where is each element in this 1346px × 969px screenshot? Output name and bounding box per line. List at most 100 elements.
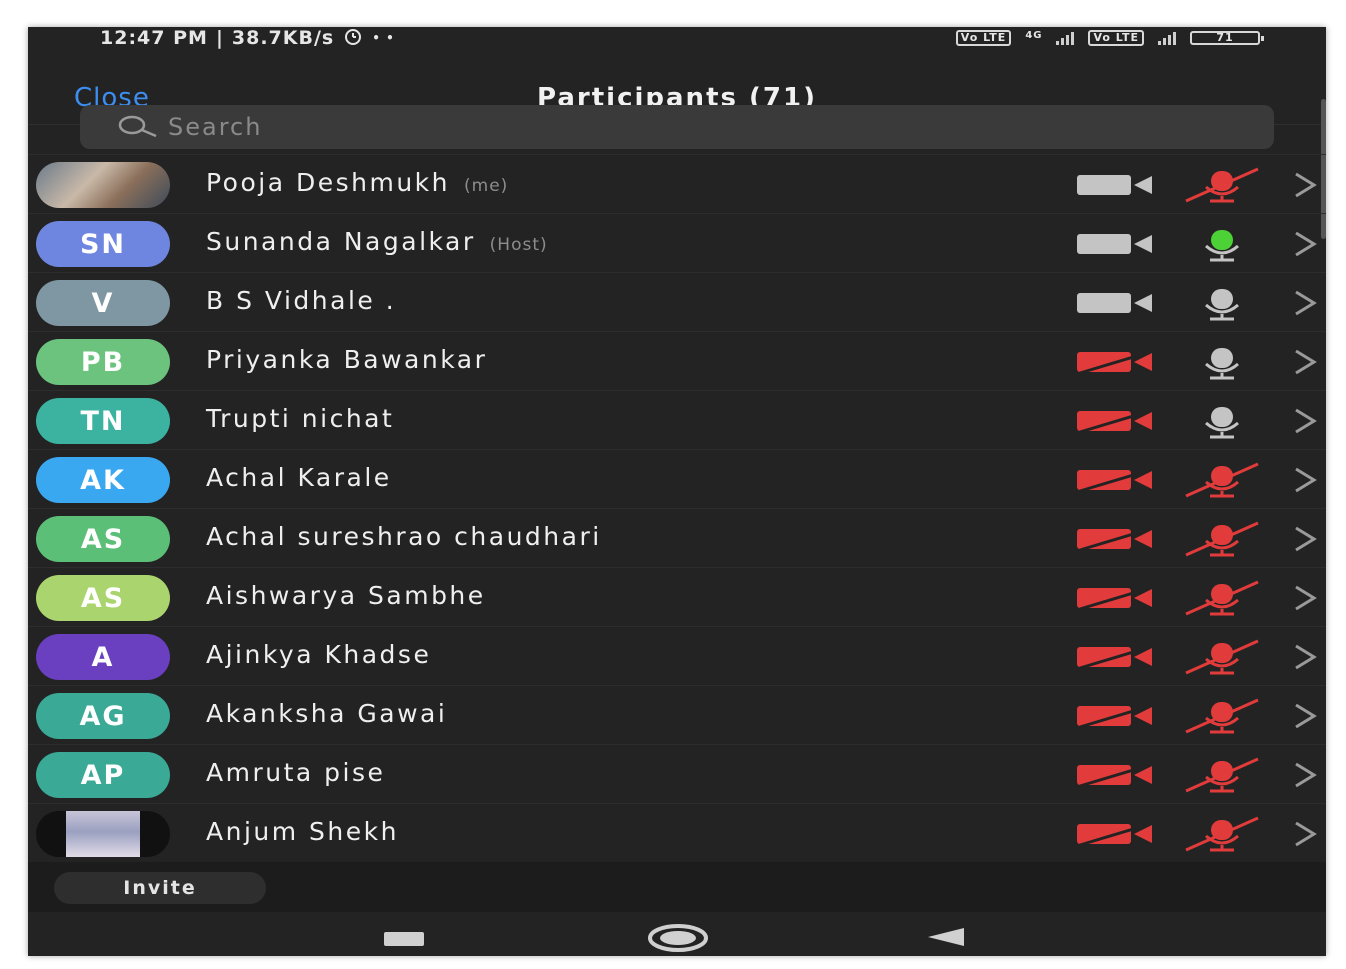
video-off-icon <box>1076 644 1154 670</box>
participant-row[interactable]: PB Priyanka Bawankar <box>28 331 1326 390</box>
chevron-right-icon[interactable] <box>1290 168 1320 202</box>
video-off-icon <box>1076 585 1154 611</box>
avatar: V <box>36 280 170 326</box>
video-off-icon <box>1076 349 1154 375</box>
avatar-photo <box>36 811 170 857</box>
video-camera-icon <box>1076 172 1154 198</box>
participant-name: Achal sureshrao chaudhari <box>206 522 602 551</box>
participant-name-text: Pooja Deshmukh <box>206 168 451 197</box>
chevron-right-icon[interactable] <box>1290 286 1320 320</box>
video-off-icon <box>1076 526 1154 552</box>
chevron-right-icon[interactable] <box>1290 463 1320 497</box>
participant-name: Anjum Shekh <box>206 817 399 846</box>
avatar: AP <box>36 752 170 798</box>
chevron-right-icon[interactable] <box>1290 522 1320 556</box>
avatar: AS <box>36 516 170 562</box>
status-separator: | <box>215 27 224 49</box>
avatar: AS <box>36 575 170 621</box>
participant-name-text: Achal sureshrao chaudhari <box>206 522 602 551</box>
avatar-photo <box>36 162 170 208</box>
participant-row[interactable]: Anjum Shekh <box>28 803 1326 862</box>
status-right: Vo LTE 4G Vo LTE 71 <box>955 30 1264 46</box>
participant-name: Sunanda Nagalkar (Host) <box>206 227 548 256</box>
participant-name: Akanksha Gawai <box>206 699 447 728</box>
participant-name: Priyanka Bawankar <box>206 345 487 374</box>
video-camera-icon <box>1076 290 1154 316</box>
avatar: AK <box>36 457 170 503</box>
chevron-right-icon[interactable] <box>1290 227 1320 261</box>
participant-role-tag: (me) <box>464 176 509 196</box>
participant-name-text: Akanksha Gawai <box>206 699 448 728</box>
participant-row[interactable]: TN Trupti nichat <box>28 390 1326 449</box>
back-icon[interactable] <box>926 926 966 948</box>
participant-row[interactable]: AS Achal sureshrao chaudhari <box>28 508 1326 567</box>
mic-muted-icon <box>1182 696 1262 736</box>
participant-list: Pooja Deshmukh (me) SN Sunanda Nagalkar (Hos… <box>28 154 1326 862</box>
chevron-right-icon[interactable] <box>1290 699 1320 733</box>
search-icon <box>112 112 160 142</box>
recents-icon[interactable] <box>384 932 424 946</box>
android-nav-bar <box>28 912 1326 956</box>
avatar: TN <box>36 398 170 444</box>
status-left: 12:47 PM | 38.7KB/s • • <box>100 27 395 50</box>
zoom-participants-screen: 12:47 PM | 38.7KB/s • • Vo LTE 4G Vo LTE… <box>28 27 1326 956</box>
volte-badge-2: Vo LTE <box>1088 30 1144 46</box>
status-dots: • • <box>372 31 395 45</box>
video-off-icon <box>1076 467 1154 493</box>
status-time: 12:47 PM <box>100 27 208 49</box>
mic-muted-icon <box>1182 578 1262 618</box>
participant-name: Ajinkya Khadse <box>206 640 431 669</box>
participant-name-text: Priyanka Bawankar <box>206 345 488 374</box>
mic-icon <box>1182 283 1262 323</box>
status-net-speed: 38.7KB/s <box>231 27 335 49</box>
search-input[interactable] <box>168 113 1068 141</box>
participant-name-text: Anjum Shekh <box>206 817 399 846</box>
mic-muted-icon <box>1182 460 1262 500</box>
mic-muted-icon <box>1182 755 1262 795</box>
avatar: SN <box>36 221 170 267</box>
network-type: 4G <box>1025 30 1043 41</box>
avatar: A <box>36 634 170 680</box>
mic-muted-icon <box>1182 814 1262 854</box>
home-icon[interactable] <box>648 924 708 952</box>
mic-muted-icon <box>1182 519 1262 559</box>
chevron-right-icon[interactable] <box>1290 581 1320 615</box>
participant-row[interactable]: Pooja Deshmukh (me) <box>28 154 1326 213</box>
participant-name-text: Aishwarya Sambhe <box>206 581 486 610</box>
video-camera-icon <box>1076 231 1154 257</box>
participant-name-text: Achal Karale <box>206 463 392 492</box>
participant-row[interactable]: SN Sunanda Nagalkar (Host) <box>28 213 1326 272</box>
search-bar[interactable] <box>80 105 1274 149</box>
mic-muted-icon <box>1182 637 1262 677</box>
invite-button[interactable]: Invite <box>54 872 266 904</box>
volte-badge-1: Vo LTE <box>955 30 1012 46</box>
mic-active-icon <box>1182 224 1262 264</box>
participant-row[interactable]: V B S Vidhale . <box>28 272 1326 331</box>
participant-name: Aishwarya Sambhe <box>206 581 486 610</box>
alarm-icon <box>342 27 364 50</box>
chevron-right-icon[interactable] <box>1290 640 1320 674</box>
participant-row[interactable]: AP Amruta pise <box>28 744 1326 803</box>
participant-row[interactable]: AK Achal Karale <box>28 449 1326 508</box>
participant-name-text: B S Vidhale . <box>206 286 397 315</box>
participant-name: Achal Karale <box>206 463 392 492</box>
participant-name-text: Amruta pise <box>206 758 386 787</box>
chevron-right-icon[interactable] <box>1290 817 1320 851</box>
participant-name: Pooja Deshmukh (me) <box>206 168 508 197</box>
participant-role-tag: (Host) <box>489 235 548 255</box>
chevron-right-icon[interactable] <box>1290 345 1320 379</box>
status-bar: 12:47 PM | 38.7KB/s • • Vo LTE 4G Vo LTE… <box>28 27 1326 49</box>
chevron-right-icon[interactable] <box>1290 758 1320 792</box>
battery-icon: 71 <box>1190 31 1264 45</box>
bottom-toolbar: Invite <box>28 862 1326 912</box>
participant-row[interactable]: AG Akanksha Gawai <box>28 685 1326 744</box>
video-off-icon <box>1076 821 1154 847</box>
participant-name: Amruta pise <box>206 758 385 787</box>
participant-name-text: Ajinkya Khadse <box>206 640 432 669</box>
participant-row[interactable]: AS Aishwarya Sambhe <box>28 567 1326 626</box>
video-off-icon <box>1076 703 1154 729</box>
participant-row[interactable]: A Ajinkya Khadse <box>28 626 1326 685</box>
mic-icon <box>1182 401 1262 441</box>
participant-name-text: Trupti nichat <box>206 404 395 433</box>
chevron-right-icon[interactable] <box>1290 404 1320 438</box>
